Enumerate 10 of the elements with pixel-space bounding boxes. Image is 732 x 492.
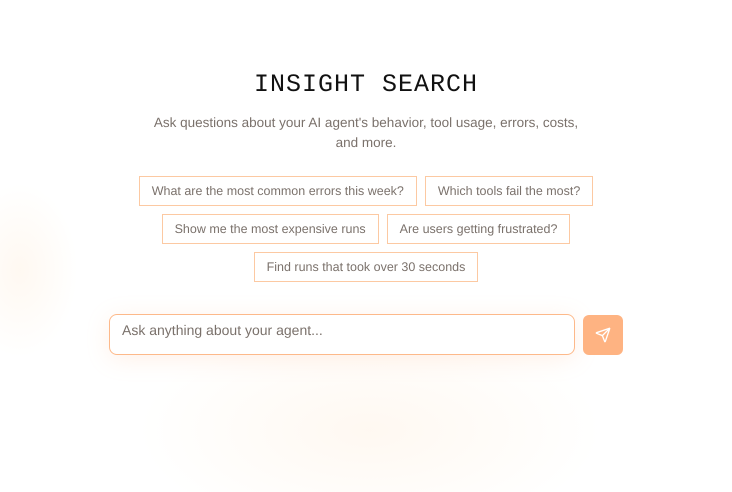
suggestion-chip[interactable]: Find runs that took over 30 seconds (254, 252, 478, 282)
suggestion-chip[interactable]: Are users getting frustrated? (386, 214, 570, 244)
send-button[interactable] (583, 314, 623, 354)
suggestion-chip[interactable]: Show me the most expensive runs (162, 214, 379, 244)
page-subtitle: Ask questions about your AI agent's behavior, tool usage, errors, costs, and more. (152, 114, 580, 152)
suggestion-chip[interactable]: What are the most common errors this week? (138, 176, 417, 206)
suggestion-chip[interactable]: Which tools fail the most? (424, 176, 594, 206)
search-field[interactable]: Ask anything about your agent... (109, 314, 575, 355)
page-title: INSIGHT SEARCH (254, 70, 478, 99)
send-icon (595, 326, 611, 342)
